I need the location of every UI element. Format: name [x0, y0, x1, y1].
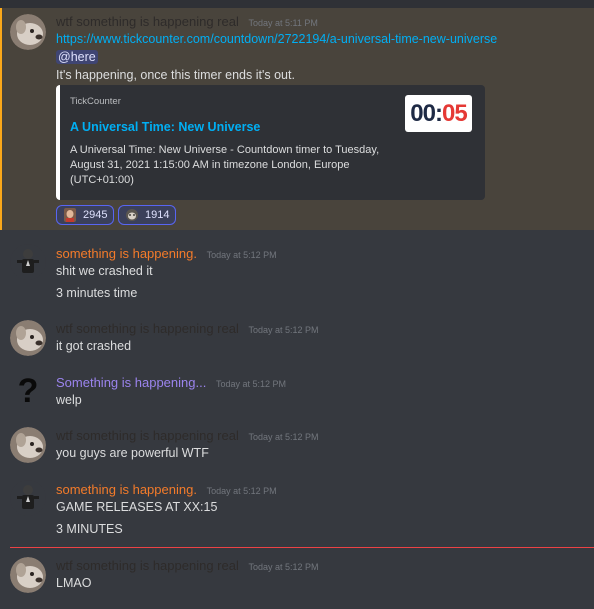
- timestamp: Today at 5:11 PM: [248, 18, 318, 28]
- message: ? Something is happening... Today at 5:1…: [0, 369, 594, 413]
- dog-avatar-icon: [10, 557, 46, 593]
- reaction-button[interactable]: 1914: [118, 205, 177, 225]
- message-header: Something is happening... Today at 5:12 …: [56, 375, 286, 390]
- reaction-count: 2945: [83, 209, 108, 221]
- reaction-count: 1914: [145, 209, 170, 221]
- mention-line: @here: [56, 50, 98, 64]
- message-text: 3 minutes time: [56, 286, 138, 300]
- user-avatar[interactable]: [10, 320, 46, 356]
- countdown-link[interactable]: https://www.tickcounter.com/countdown/27…: [56, 32, 497, 46]
- reaction-button[interactable]: 2945: [56, 205, 115, 225]
- message-text: GAME RELEASES AT XX:15: [56, 500, 218, 514]
- message: wtf something is happening real Today at…: [0, 422, 594, 466]
- message-text: welp: [56, 393, 82, 407]
- author-name[interactable]: wtf something is happening real: [56, 321, 239, 336]
- message-header: wtf something is happening real Today at…: [56, 14, 318, 29]
- embed-description: A Universal Time: New Universe - Countdo…: [70, 144, 380, 186]
- portrait-emoji-icon: [64, 208, 76, 222]
- user-avatar[interactable]: ?: [10, 373, 46, 409]
- message-header: wtf something is happening real Today at…: [56, 428, 319, 443]
- cat-emoji-icon: [126, 209, 138, 221]
- author-name[interactable]: wtf something is happening real: [56, 14, 239, 29]
- suit-man-avatar-icon: [10, 244, 46, 280]
- top-strip: [0, 0, 594, 8]
- message-highlighted: wtf something is happening real Today at…: [0, 8, 594, 230]
- message-text: you guys are powerful WTF: [56, 446, 209, 460]
- suit-man-avatar-icon: [10, 480, 46, 516]
- message-text: 3 MINUTES: [56, 522, 123, 536]
- message: something is happening. Today at 5:12 PM…: [0, 240, 594, 306]
- message-text: LMAO: [56, 576, 92, 590]
- message-header: wtf something is happening real Today at…: [56, 321, 319, 336]
- embed-provider[interactable]: TickCounter: [70, 96, 121, 107]
- author-name[interactable]: wtf something is happening real: [56, 428, 239, 443]
- user-avatar[interactable]: [10, 14, 46, 50]
- thumb-timer-right: 05: [441, 99, 468, 127]
- message-header: wtf something is happening real Today at…: [56, 558, 319, 573]
- timestamp: Today at 5:12 PM: [248, 432, 319, 442]
- timestamp: Today at 5:12 PM: [248, 325, 319, 335]
- message: wtf something is happening real Today at…: [0, 552, 594, 602]
- timestamp: Today at 5:12 PM: [215, 379, 286, 389]
- user-avatar[interactable]: [10, 244, 46, 280]
- message: wtf something is happening real Today at…: [0, 315, 594, 359]
- link-embed: TickCounter A Universal Time: New Univer…: [56, 85, 485, 200]
- message-header: something is happening. Today at 5:12 PM: [56, 246, 277, 261]
- timestamp: Today at 5:12 PM: [206, 486, 277, 496]
- dog-avatar-icon: [10, 14, 46, 50]
- user-avatar[interactable]: [10, 480, 46, 516]
- new-messages-divider: [10, 547, 594, 548]
- embed-title[interactable]: A Universal Time: New Universe: [70, 120, 260, 134]
- embed-thumbnail[interactable]: 00: 05: [405, 95, 472, 132]
- message-text: it got crashed: [56, 339, 132, 353]
- timestamp: Today at 5:12 PM: [206, 250, 277, 260]
- timestamp: Today at 5:12 PM: [248, 562, 319, 572]
- message-text: It's happening, once this timer ends it'…: [56, 68, 295, 82]
- message-header: something is happening. Today at 5:12 PM: [56, 482, 277, 497]
- author-name[interactable]: something is happening.: [56, 482, 197, 497]
- message: something is happening. Today at 5:12 PM…: [0, 476, 594, 542]
- author-name[interactable]: Something is happening...: [56, 375, 206, 390]
- author-name[interactable]: wtf something is happening real: [56, 558, 239, 573]
- dog-avatar-icon: [10, 427, 46, 463]
- user-avatar[interactable]: [10, 557, 46, 593]
- message-text: shit we crashed it: [56, 264, 153, 278]
- author-name[interactable]: something is happening.: [56, 246, 197, 261]
- here-mention[interactable]: @here: [56, 50, 98, 64]
- thumb-timer-left: 00:: [410, 99, 443, 127]
- question-mark-avatar-icon: ?: [17, 373, 39, 409]
- user-avatar[interactable]: [10, 427, 46, 463]
- dog-avatar-icon: [10, 320, 46, 356]
